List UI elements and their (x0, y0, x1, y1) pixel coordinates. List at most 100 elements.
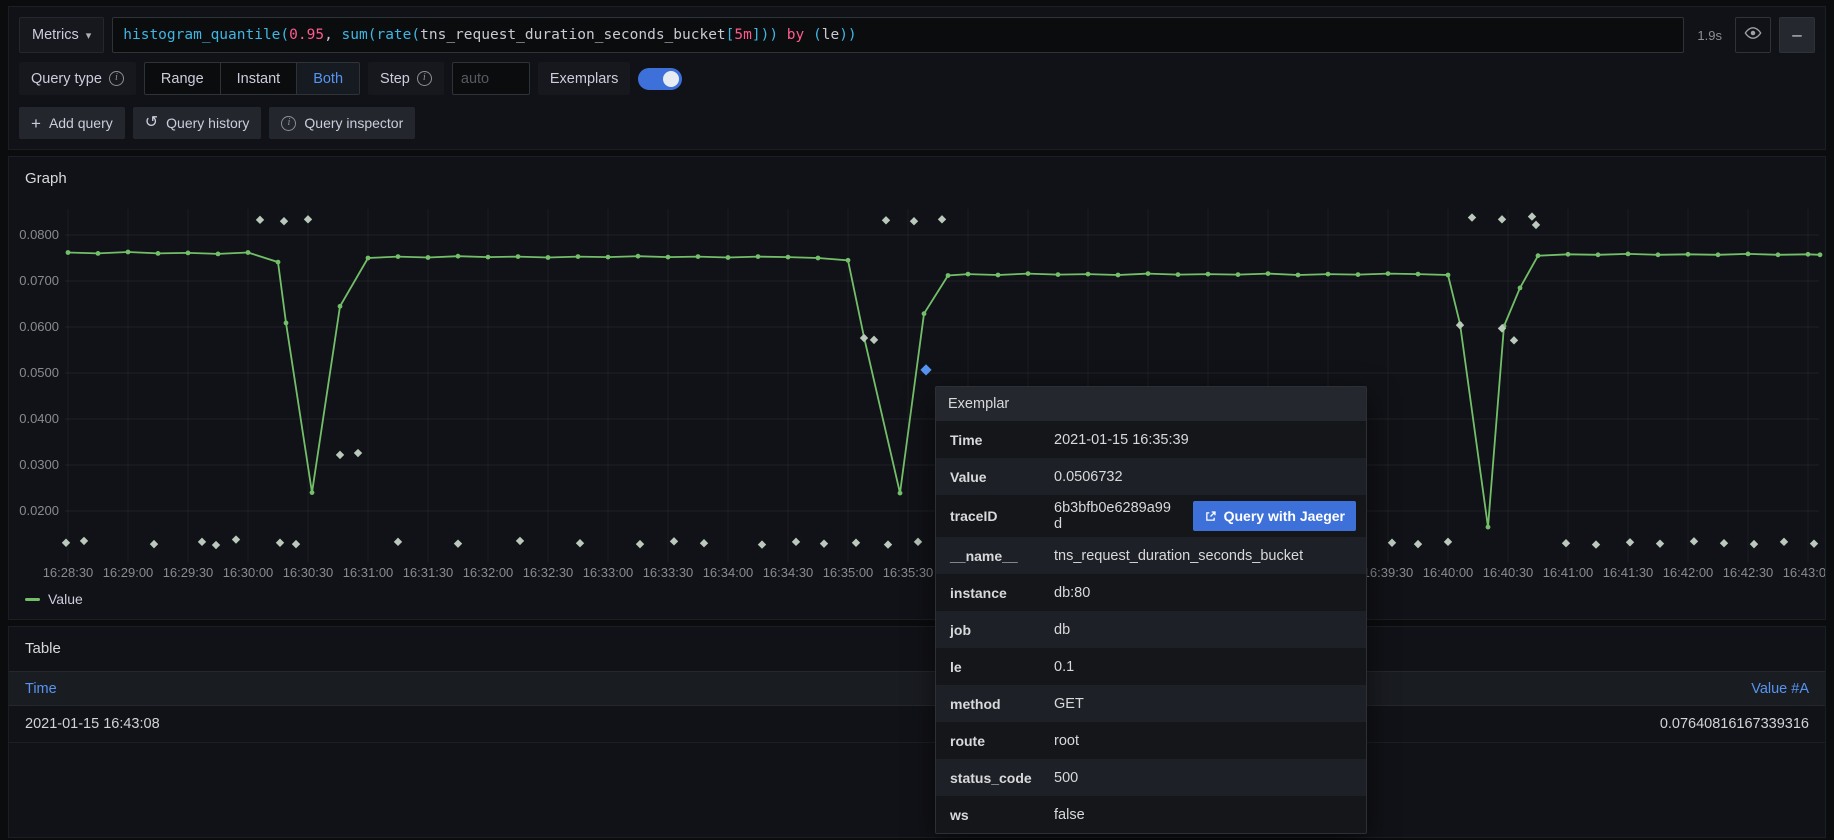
exemplar-tooltip: Exemplar Time2021-01-15 16:35:39Value0.0… (935, 386, 1367, 834)
step-input[interactable] (452, 62, 530, 95)
exemplar-marker (1444, 538, 1452, 546)
column-header[interactable]: Time (25, 681, 57, 697)
exemplar-marker (636, 540, 644, 548)
query-with-jaeger-button[interactable]: Query with Jaeger (1193, 501, 1356, 531)
metrics-dropdown[interactable]: Metrics ▾ (19, 17, 104, 53)
svg-text:0.0500: 0.0500 (19, 365, 59, 380)
query-history-button[interactable]: ↺ Query history (133, 107, 262, 139)
exemplar-marker (1456, 321, 1464, 329)
exemplar-marker (292, 540, 300, 548)
svg-text:16:30:30: 16:30:30 (283, 565, 334, 580)
tooltip-row-label: ws (936, 796, 1054, 833)
exemplar-marker (576, 539, 584, 547)
svg-text:16:28:30: 16:28:30 (43, 565, 94, 580)
graph-panel-title: Graph (9, 157, 1825, 195)
eye-icon (1744, 24, 1762, 47)
exemplar-marker (1626, 538, 1634, 546)
svg-text:16:30:00: 16:30:00 (223, 565, 274, 580)
tooltip-row-label: Value (936, 458, 1054, 495)
query-text: histogram_quantile(0.95, sum(rate(tns_re… (123, 27, 856, 43)
tooltip-row-value: root (1054, 728, 1366, 754)
table-panel: Table TimeValue #A 2021-01-15 16:43:080.… (8, 626, 1826, 838)
tooltip-row: Time2021-01-15 16:35:39 (936, 421, 1366, 458)
exemplar-marker (1750, 540, 1758, 548)
tooltip-row: wsfalse (936, 796, 1366, 833)
exemplars-label: Exemplars (538, 62, 631, 95)
tooltip-row-label: instance (936, 574, 1054, 611)
svg-text:16:32:30: 16:32:30 (523, 565, 574, 580)
query-type-instant[interactable]: Instant (221, 63, 298, 94)
exemplar-marker (1690, 537, 1698, 545)
tooltip-row-label: __name__ (936, 537, 1054, 574)
svg-text:16:39:30: 16:39:30 (1363, 565, 1414, 580)
tooltip-row-value: 0.0506732 (1054, 464, 1366, 490)
tooltip-row-value: tns_request_duration_seconds_bucket (1054, 543, 1366, 569)
exemplar-marker (1414, 540, 1422, 548)
svg-text:16:41:00: 16:41:00 (1543, 565, 1594, 580)
svg-text:16:29:30: 16:29:30 (163, 565, 214, 580)
svg-text:0.0600: 0.0600 (19, 319, 59, 334)
tooltip-row-label: job (936, 611, 1054, 648)
exemplar-marker (884, 540, 892, 548)
tooltip-row: methodGET (936, 685, 1366, 722)
tooltip-row-label: le (936, 648, 1054, 685)
exemplars-toggle[interactable] (638, 68, 682, 90)
tooltip-row-value: GET (1054, 691, 1366, 717)
exemplar-marker (670, 537, 678, 545)
table-cell: 2021-01-15 16:43:08 (25, 716, 160, 732)
exemplar-marker (212, 541, 220, 549)
svg-text:16:32:00: 16:32:00 (463, 565, 514, 580)
svg-text:16:29:00: 16:29:00 (103, 565, 154, 580)
column-header[interactable]: Value #A (1751, 681, 1809, 697)
exemplar-marker (1510, 336, 1518, 344)
external-link-icon (1204, 510, 1217, 523)
add-query-button[interactable]: + Add query (19, 107, 125, 139)
table-row: 2021-01-15 16:43:080.07640816167339316 (9, 706, 1825, 743)
query-type-label: Query type i (19, 62, 136, 95)
query-inspector-button[interactable]: i Query inspector (269, 107, 415, 139)
tooltip-row-value: db (1054, 617, 1366, 643)
svg-text:16:43:00: 16:43:00 (1783, 565, 1825, 580)
tooltip-row-label: status_code (936, 759, 1054, 796)
svg-text:16:42:00: 16:42:00 (1663, 565, 1714, 580)
svg-text:16:33:30: 16:33:30 (643, 565, 694, 580)
query-actions-row: + Add query ↺ Query history i Query insp… (19, 107, 1815, 139)
info-icon[interactable]: i (417, 71, 432, 86)
graph-legend[interactable]: Value (9, 589, 1825, 619)
exemplar-rows: Time2021-01-15 16:35:39Value0.0506732tra… (936, 421, 1366, 833)
exemplar-marker (336, 451, 344, 459)
query-type-range[interactable]: Range (145, 63, 221, 94)
tooltip-row-value: 2021-01-15 16:35:39 (1054, 427, 1366, 453)
collapse-query-button[interactable]: – (1779, 17, 1815, 53)
graph-svg[interactable]: 0.08000.07000.06000.05000.04000.03000.02… (9, 203, 1825, 589)
query-row: Metrics ▾ histogram_quantile(0.95, sum(r… (19, 17, 1815, 53)
svg-text:16:35:30: 16:35:30 (883, 565, 934, 580)
exemplar-marker (852, 539, 860, 547)
exemplar-marker (792, 538, 800, 546)
svg-text:0.0700: 0.0700 (19, 273, 59, 288)
exemplar-marker (354, 449, 362, 457)
svg-text:16:34:00: 16:34:00 (703, 565, 754, 580)
query-type-both[interactable]: Both (297, 63, 359, 94)
tooltip-row-label: method (936, 685, 1054, 722)
svg-text:16:31:00: 16:31:00 (343, 565, 394, 580)
exemplar-marker (910, 217, 918, 225)
query-input[interactable]: histogram_quantile(0.95, sum(rate(tns_re… (112, 17, 1684, 53)
table-panel-title: Table (9, 627, 1825, 665)
svg-text:0.0800: 0.0800 (19, 227, 59, 242)
exemplar-marker (938, 215, 946, 223)
exemplar-marker (80, 537, 88, 545)
series-color-swatch (25, 598, 40, 601)
legend-label: Value (48, 591, 83, 607)
tooltip-row-value: 0.1 (1054, 654, 1366, 680)
tooltip-row-label: Time (936, 421, 1054, 458)
info-icon[interactable]: i (109, 71, 124, 86)
svg-text:16:42:30: 16:42:30 (1723, 565, 1774, 580)
exemplar-marker (860, 334, 868, 342)
chevron-down-icon: ▾ (86, 29, 92, 42)
exemplar-marker (882, 216, 890, 224)
svg-text:16:31:30: 16:31:30 (403, 565, 454, 580)
query-preview-button[interactable] (1735, 17, 1771, 53)
tooltip-row-label: route (936, 722, 1054, 759)
tooltip-row: __name__tns_request_duration_seconds_buc… (936, 537, 1366, 574)
